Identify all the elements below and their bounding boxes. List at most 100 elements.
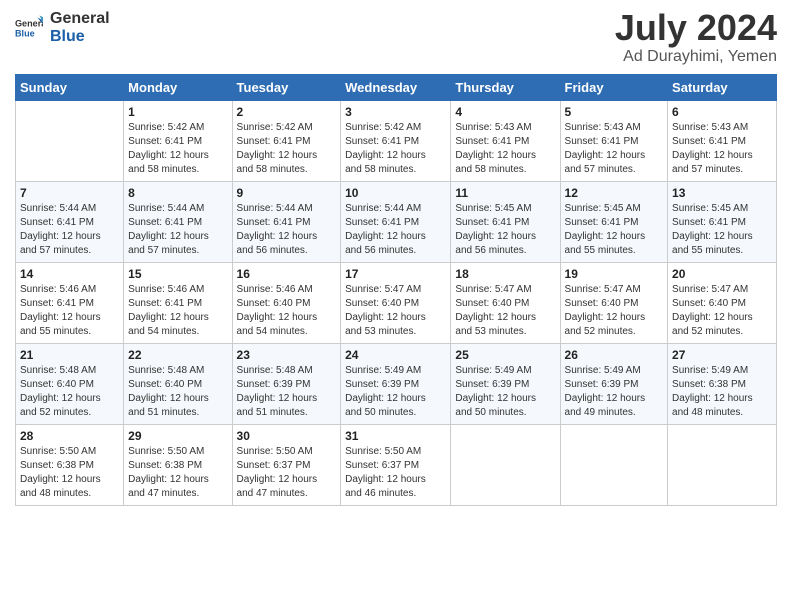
calendar-row-1: 1 Sunrise: 5:42 AM Sunset: 6:41 PM Daylig… — [16, 101, 777, 182]
day-info: Sunrise: 5:44 AM Sunset: 6:41 PM Dayligh… — [345, 202, 446, 258]
calendar-cell: 14 Sunrise: 5:46 AM Sunset: 6:41 PM Dayli… — [16, 263, 124, 344]
day-number: 30 — [237, 429, 337, 443]
calendar-cell — [451, 425, 560, 506]
calendar-row-2: 7 Sunrise: 5:44 AM Sunset: 6:41 PM Daylig… — [16, 182, 777, 263]
day-number: 23 — [237, 348, 337, 362]
day-info: Sunrise: 5:44 AM Sunset: 6:41 PM Dayligh… — [237, 202, 337, 258]
month-title: July 2024 — [615, 10, 777, 46]
page-container: General Blue General Blue July 2024 Ad D… — [0, 0, 792, 516]
calendar-cell: 23 Sunrise: 5:48 AM Sunset: 6:39 PM Dayli… — [232, 344, 341, 425]
day-number: 5 — [565, 105, 664, 119]
day-number: 3 — [345, 105, 446, 119]
calendar-cell: 10Sunrise: 5:44 AM Sunset: 6:41 PM Dayli… — [341, 182, 451, 263]
calendar-row-3: 14 Sunrise: 5:46 AM Sunset: 6:41 PM Dayli… — [16, 263, 777, 344]
day-info: Sunrise: 5:46 AM Sunset: 6:40 PM Dayligh… — [237, 283, 337, 339]
day-info: Sunrise: 5:47 AM Sunset: 6:40 PM Dayligh… — [345, 283, 446, 339]
header-cell-wednesday: Wednesday — [341, 75, 451, 101]
header-cell-saturday: Saturday — [668, 75, 777, 101]
day-info: Sunrise: 5:43 AM Sunset: 6:41 PM Dayligh… — [672, 121, 772, 177]
calendar-cell — [16, 101, 124, 182]
day-number: 21 — [20, 348, 119, 362]
calendar-table: SundayMondayTuesdayWednesdayThursdayFrid… — [15, 74, 777, 506]
calendar-cell: 22 Sunrise: 5:48 AM Sunset: 6:40 PM Dayli… — [124, 344, 232, 425]
day-info: Sunrise: 5:50 AM Sunset: 6:37 PM Dayligh… — [237, 445, 337, 501]
logo-icon: General Blue — [15, 14, 43, 42]
day-info: Sunrise: 5:50 AM Sunset: 6:37 PM Dayligh… — [345, 445, 446, 501]
calendar-cell: 11 Sunrise: 5:45 AM Sunset: 6:41 PM Dayli… — [451, 182, 560, 263]
day-number: 26 — [565, 348, 664, 362]
calendar-cell: 24 Sunrise: 5:49 AM Sunset: 6:39 PM Dayli… — [341, 344, 451, 425]
day-number: 4 — [455, 105, 555, 119]
day-number: 12 — [565, 186, 664, 200]
day-info: Sunrise: 5:49 AM Sunset: 6:39 PM Dayligh… — [345, 364, 446, 420]
header-cell-sunday: Sunday — [16, 75, 124, 101]
calendar-cell: 31 Sunrise: 5:50 AM Sunset: 6:37 PM Dayli… — [341, 425, 451, 506]
day-number: 22 — [128, 348, 227, 362]
day-info: Sunrise: 5:47 AM Sunset: 6:40 PM Dayligh… — [565, 283, 664, 339]
calendar-cell: 30 Sunrise: 5:50 AM Sunset: 6:37 PM Dayli… — [232, 425, 341, 506]
header-cell-friday: Friday — [560, 75, 668, 101]
day-info: Sunrise: 5:45 AM Sunset: 6:41 PM Dayligh… — [672, 202, 772, 258]
day-number: 18 — [455, 267, 555, 281]
day-number: 14 — [20, 267, 119, 281]
calendar-cell: 2Sunrise: 5:42 AM Sunset: 6:41 PM Daylig… — [232, 101, 341, 182]
calendar-cell: 27 Sunrise: 5:49 AM Sunset: 6:38 PM Dayli… — [668, 344, 777, 425]
day-number: 1 — [128, 105, 227, 119]
day-info: Sunrise: 5:50 AM Sunset: 6:38 PM Dayligh… — [128, 445, 227, 501]
day-number: 27 — [672, 348, 772, 362]
day-number: 13 — [672, 186, 772, 200]
day-info: Sunrise: 5:48 AM Sunset: 6:40 PM Dayligh… — [20, 364, 119, 420]
day-number: 24 — [345, 348, 446, 362]
day-number: 16 — [237, 267, 337, 281]
calendar-cell: 28Sunrise: 5:50 AM Sunset: 6:38 PM Dayli… — [16, 425, 124, 506]
day-number: 11 — [455, 186, 555, 200]
day-info: Sunrise: 5:46 AM Sunset: 6:41 PM Dayligh… — [20, 283, 119, 339]
svg-text:General: General — [15, 18, 43, 28]
day-number: 20 — [672, 267, 772, 281]
title-block: July 2024 Ad Durayhimi, Yemen — [615, 10, 777, 66]
calendar-cell: 9 Sunrise: 5:44 AM Sunset: 6:41 PM Daylig… — [232, 182, 341, 263]
calendar-row-5: 28Sunrise: 5:50 AM Sunset: 6:38 PM Dayli… — [16, 425, 777, 506]
calendar-cell: 25Sunrise: 5:49 AM Sunset: 6:39 PM Dayli… — [451, 344, 560, 425]
day-number: 9 — [237, 186, 337, 200]
day-info: Sunrise: 5:48 AM Sunset: 6:39 PM Dayligh… — [237, 364, 337, 420]
day-info: Sunrise: 5:44 AM Sunset: 6:41 PM Dayligh… — [20, 202, 119, 258]
header-cell-monday: Monday — [124, 75, 232, 101]
calendar-cell: 15Sunrise: 5:46 AM Sunset: 6:41 PM Dayli… — [124, 263, 232, 344]
day-number: 17 — [345, 267, 446, 281]
location-title: Ad Durayhimi, Yemen — [615, 48, 777, 66]
calendar-cell: 8 Sunrise: 5:44 AM Sunset: 6:41 PM Daylig… — [124, 182, 232, 263]
header-cell-tuesday: Tuesday — [232, 75, 341, 101]
day-number: 19 — [565, 267, 664, 281]
day-info: Sunrise: 5:49 AM Sunset: 6:38 PM Dayligh… — [672, 364, 772, 420]
day-info: Sunrise: 5:45 AM Sunset: 6:41 PM Dayligh… — [455, 202, 555, 258]
day-info: Sunrise: 5:42 AM Sunset: 6:41 PM Dayligh… — [128, 121, 227, 177]
calendar-cell: 21 Sunrise: 5:48 AM Sunset: 6:40 PM Dayli… — [16, 344, 124, 425]
calendar-cell: 5 Sunrise: 5:43 AM Sunset: 6:41 PM Daylig… — [560, 101, 668, 182]
day-info: Sunrise: 5:49 AM Sunset: 6:39 PM Dayligh… — [565, 364, 664, 420]
day-info: Sunrise: 5:48 AM Sunset: 6:40 PM Dayligh… — [128, 364, 227, 420]
calendar-cell: 7 Sunrise: 5:44 AM Sunset: 6:41 PM Daylig… — [16, 182, 124, 263]
calendar-cell: 18Sunrise: 5:47 AM Sunset: 6:40 PM Dayli… — [451, 263, 560, 344]
day-info: Sunrise: 5:43 AM Sunset: 6:41 PM Dayligh… — [565, 121, 664, 177]
day-number: 6 — [672, 105, 772, 119]
logo: General Blue General Blue — [15, 10, 110, 45]
day-info: Sunrise: 5:45 AM Sunset: 6:41 PM Dayligh… — [565, 202, 664, 258]
calendar-row-4: 21 Sunrise: 5:48 AM Sunset: 6:40 PM Dayli… — [16, 344, 777, 425]
day-info: Sunrise: 5:50 AM Sunset: 6:38 PM Dayligh… — [20, 445, 119, 501]
day-number: 15 — [128, 267, 227, 281]
day-number: 31 — [345, 429, 446, 443]
calendar-cell: 3 Sunrise: 5:42 AM Sunset: 6:41 PM Daylig… — [341, 101, 451, 182]
day-number: 8 — [128, 186, 227, 200]
calendar-cell: 29Sunrise: 5:50 AM Sunset: 6:38 PM Dayli… — [124, 425, 232, 506]
calendar-cell: 20Sunrise: 5:47 AM Sunset: 6:40 PM Dayli… — [668, 263, 777, 344]
calendar-cell — [668, 425, 777, 506]
header-cell-thursday: Thursday — [451, 75, 560, 101]
calendar-cell: 6 Sunrise: 5:43 AM Sunset: 6:41 PM Daylig… — [668, 101, 777, 182]
calendar-cell: 12 Sunrise: 5:45 AM Sunset: 6:41 PM Dayli… — [560, 182, 668, 263]
day-number: 7 — [20, 186, 119, 200]
day-info: Sunrise: 5:44 AM Sunset: 6:41 PM Dayligh… — [128, 202, 227, 258]
header: General Blue General Blue July 2024 Ad D… — [15, 10, 777, 66]
day-info: Sunrise: 5:42 AM Sunset: 6:41 PM Dayligh… — [345, 121, 446, 177]
calendar-cell: 4Sunrise: 5:43 AM Sunset: 6:41 PM Daylig… — [451, 101, 560, 182]
